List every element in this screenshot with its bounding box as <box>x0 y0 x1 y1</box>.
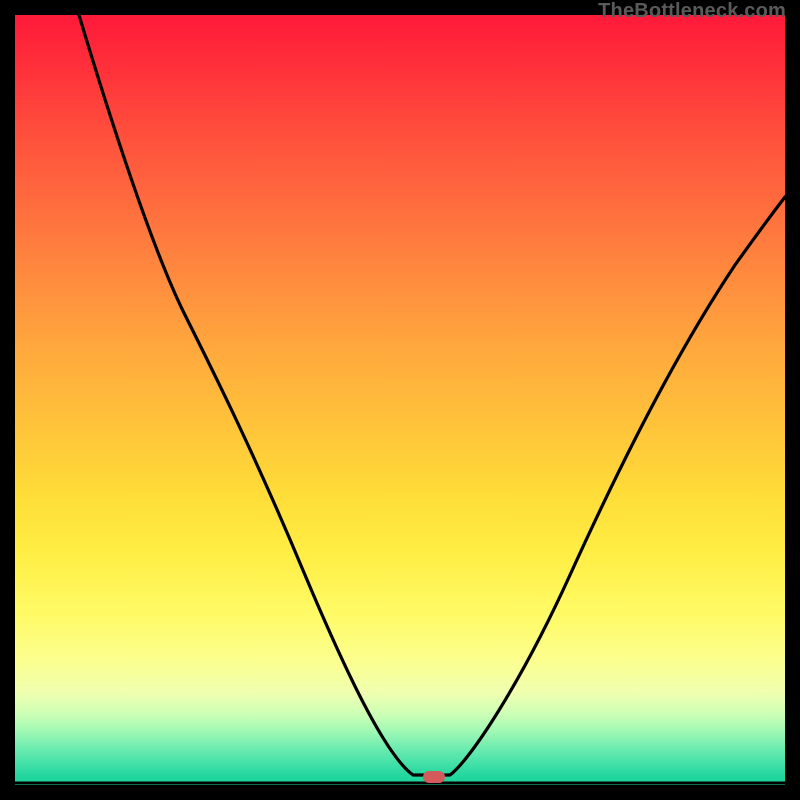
chart-frame: TheBottleneck.com <box>0 0 800 800</box>
optimal-marker <box>423 771 445 783</box>
plot-area <box>15 15 785 785</box>
bottleneck-curve <box>15 15 785 785</box>
curve-path <box>79 15 785 775</box>
watermark-text: TheBottleneck.com <box>598 0 786 23</box>
